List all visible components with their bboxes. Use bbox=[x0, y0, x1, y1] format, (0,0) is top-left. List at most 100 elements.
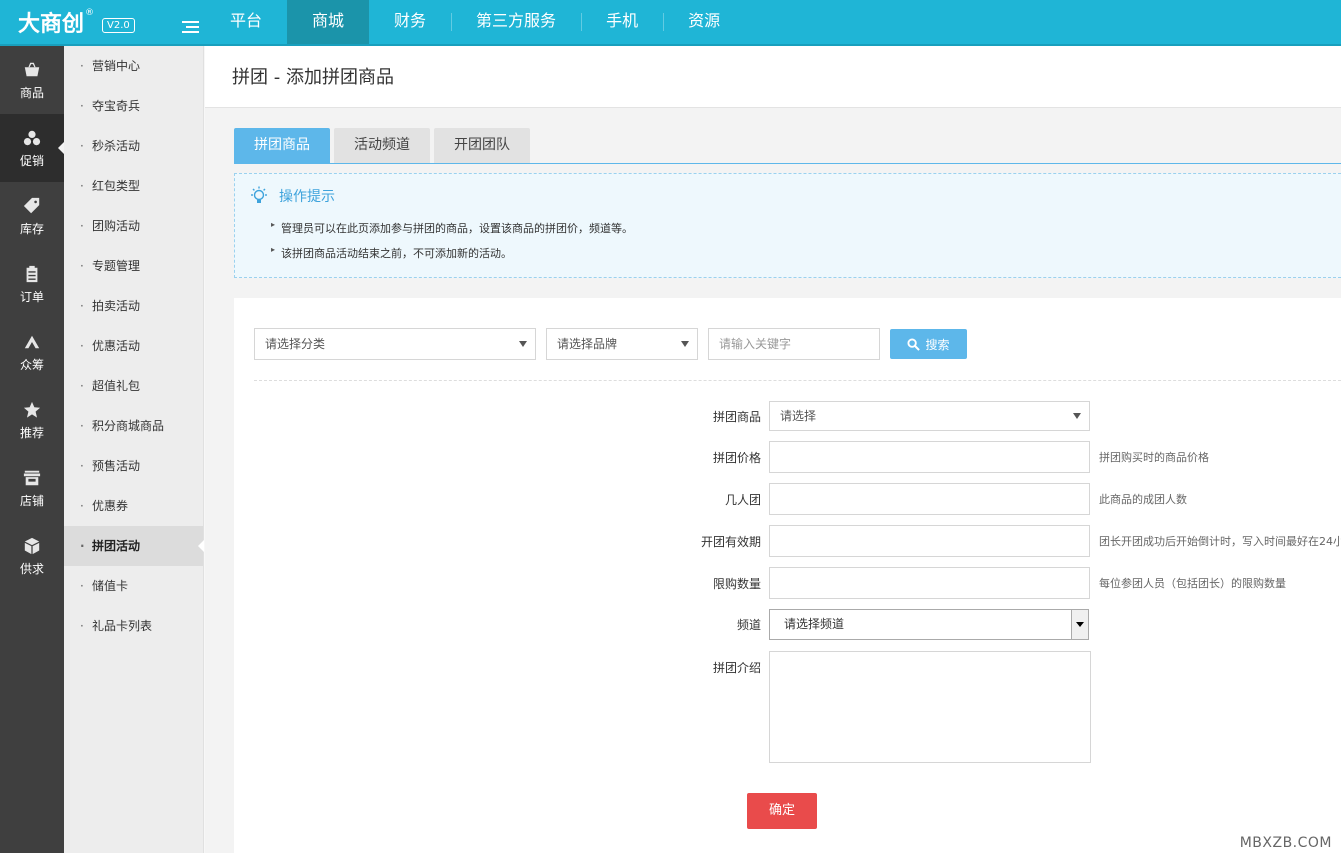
sidebar-label-inventory: 库存 bbox=[19, 221, 44, 236]
sidebar-item-inventory[interactable]: 库存 bbox=[0, 182, 64, 250]
operation-tips: 操作提示 管理员可以在此页添加参与拼团的商品，设置该商品的拼团价，频道等。 该拼… bbox=[234, 173, 1341, 278]
submenu-item-team-buy[interactable]: 拼团活动 bbox=[64, 526, 204, 566]
top-nav-resources[interactable]: 资源 bbox=[663, 0, 745, 44]
sidebar-label-orders: 订单 bbox=[19, 289, 44, 304]
sidebar-label-store: 店铺 bbox=[19, 493, 44, 508]
lightbulb-icon bbox=[251, 186, 267, 203]
tip-item: 管理员可以在此页添加参与拼团的商品，设置该商品的拼团价，频道等。 bbox=[271, 220, 633, 236]
logo[interactable]: 大商创 ® V2.0 bbox=[18, 6, 135, 38]
submenu-item-stored-value-card[interactable]: 储值卡 bbox=[64, 566, 203, 606]
limit-hint: 每位参团人员（包括团长）的限购数量 bbox=[1099, 577, 1286, 590]
tab-underline bbox=[234, 163, 1341, 164]
tab-team-groups[interactable]: 开团团队 bbox=[434, 128, 530, 163]
top-nav-finance[interactable]: 财务 bbox=[369, 0, 451, 44]
chevron-down-icon bbox=[1073, 413, 1081, 419]
group-size-hint: 此商品的成团人数 bbox=[1099, 493, 1187, 506]
submenu-item-presale[interactable]: 预售活动 bbox=[64, 446, 203, 486]
sidebar-label-recommend: 推荐 bbox=[19, 425, 44, 440]
tips-title: 操作提示 bbox=[249, 186, 335, 206]
top-nav-third-party[interactable]: 第三方服务 bbox=[451, 0, 581, 44]
tab-activity-channel[interactable]: 活动频道 bbox=[334, 128, 430, 163]
form-panel: 请选择分类 请选择品牌 请输入关键字 搜索 拼团商品 请选择 拼团价格 拼团购买… bbox=[234, 298, 1341, 853]
sidebar: 商品 促销 库存 订单 众筹 推荐 店铺 供求 bbox=[0, 46, 64, 853]
version-badge: V2.0 bbox=[102, 18, 135, 33]
top-nav-mall[interactable]: 商城 bbox=[287, 0, 370, 44]
divider bbox=[254, 380, 1341, 381]
submenu-item-marketing-center[interactable]: 营销中心 bbox=[64, 46, 203, 86]
sidebar-item-promotion[interactable]: 促销 bbox=[0, 114, 64, 182]
product-select[interactable]: 请选择 bbox=[769, 401, 1090, 431]
form-row-group-size: 几人团 此商品的成团人数 bbox=[234, 483, 1187, 515]
price-label: 拼团价格 bbox=[712, 450, 761, 465]
tips-title-text: 操作提示 bbox=[279, 189, 335, 205]
tag-icon bbox=[22, 196, 42, 216]
logo-text: 大商创 bbox=[18, 12, 85, 37]
keyword-input[interactable]: 请输入关键字 bbox=[708, 328, 880, 360]
box-icon bbox=[22, 536, 42, 556]
submenu-item-gift-pack[interactable]: 超值礼包 bbox=[64, 366, 203, 406]
brand-select[interactable]: 请选择品牌 bbox=[546, 328, 698, 360]
search-button[interactable]: 搜索 bbox=[890, 329, 967, 359]
form-row-intro: 拼团介绍 bbox=[234, 651, 1091, 763]
star-icon bbox=[22, 400, 42, 420]
watermark: MBXZB.COM bbox=[1239, 835, 1332, 851]
sidebar-item-supply[interactable]: 供求 bbox=[0, 522, 64, 590]
channel-select[interactable]: 请选择频道 bbox=[769, 609, 1089, 640]
tip-item: 该拼团商品活动结束之前，不可添加新的活动。 bbox=[271, 245, 512, 261]
form-row-channel: 频道 请选择频道 bbox=[234, 609, 1089, 640]
submenu-item-flash-sale[interactable]: 秒杀活动 bbox=[64, 126, 203, 166]
category-select[interactable]: 请选择分类 bbox=[254, 328, 536, 360]
dropdown-arrow-icon[interactable] bbox=[1071, 610, 1088, 639]
crowdfund-icon bbox=[22, 332, 42, 352]
submenu: 营销中心 夺宝奇兵 秒杀活动 红包类型 团购活动 专题管理 拍卖活动 优惠活动 … bbox=[64, 46, 204, 853]
sidebar-label-goods: 商品 bbox=[19, 85, 44, 100]
filter-row: 请选择分类 请选择品牌 请输入关键字 搜索 bbox=[254, 328, 967, 360]
sidebar-label-promotion: 促销 bbox=[19, 153, 44, 168]
sidebar-item-store[interactable]: 店铺 bbox=[0, 454, 64, 522]
submenu-item-gift-card-list[interactable]: 礼品卡列表 bbox=[64, 606, 203, 646]
limit-label: 限购数量 bbox=[712, 576, 761, 591]
sidebar-label-supply: 供求 bbox=[19, 561, 44, 576]
top-nav-platform[interactable]: 平台 bbox=[205, 0, 287, 44]
basket-icon bbox=[22, 60, 42, 80]
top-nav: 平台 商城 财务 第三方服务 手机 资源 bbox=[205, 0, 745, 44]
submenu-item-treasure[interactable]: 夺宝奇兵 bbox=[64, 86, 203, 126]
store-icon bbox=[22, 468, 42, 488]
top-nav-mobile[interactable]: 手机 bbox=[581, 0, 663, 44]
intro-textarea[interactable] bbox=[769, 651, 1091, 763]
group-size-label: 几人团 bbox=[724, 492, 761, 507]
form-row-product: 拼团商品 请选择 bbox=[234, 401, 1090, 431]
search-button-label: 搜索 bbox=[925, 337, 950, 352]
limit-input[interactable] bbox=[769, 567, 1090, 599]
product-select-value: 请选择 bbox=[780, 409, 817, 423]
submenu-item-red-packet[interactable]: 红包类型 bbox=[64, 166, 203, 206]
submenu-item-points-mall[interactable]: 积分商城商品 bbox=[64, 406, 203, 446]
top-bar: 大商创 ® V2.0 平台 商城 财务 第三方服务 手机 资源 bbox=[0, 0, 1341, 46]
submit-button[interactable]: 确定 bbox=[747, 793, 817, 829]
menu-toggle-icon[interactable] bbox=[182, 21, 199, 35]
validity-input[interactable] bbox=[769, 525, 1090, 557]
sidebar-item-crowdfunding[interactable]: 众筹 bbox=[0, 318, 64, 386]
category-select-value: 请选择分类 bbox=[265, 337, 326, 351]
form-row-validity: 开团有效期 团长开团成功后开始倒计时，写入时间最好在24小时 bbox=[234, 525, 1341, 557]
sidebar-item-recommend[interactable]: 推荐 bbox=[0, 386, 64, 454]
submenu-item-discount[interactable]: 优惠活动 bbox=[64, 326, 203, 366]
form-row-price: 拼团价格 拼团购买时的商品价格 bbox=[234, 441, 1209, 473]
brand-select-value: 请选择品牌 bbox=[557, 337, 618, 351]
sidebar-item-goods[interactable]: 商品 bbox=[0, 46, 64, 114]
channel-label: 频道 bbox=[736, 618, 761, 632]
chevron-down-icon bbox=[519, 341, 527, 347]
form-row-limit: 限购数量 每位参团人员（包括团长）的限购数量 bbox=[234, 567, 1286, 599]
search-icon bbox=[907, 337, 921, 351]
submenu-item-coupon[interactable]: 优惠券 bbox=[64, 486, 203, 526]
tab-team-products[interactable]: 拼团商品 bbox=[234, 128, 330, 163]
submenu-item-topics[interactable]: 专题管理 bbox=[64, 246, 203, 286]
price-input[interactable] bbox=[769, 441, 1090, 473]
sidebar-label-crowdfunding: 众筹 bbox=[19, 357, 44, 372]
sidebar-item-orders[interactable]: 订单 bbox=[0, 250, 64, 318]
submenu-item-auction[interactable]: 拍卖活动 bbox=[64, 286, 203, 326]
product-label: 拼团商品 bbox=[712, 409, 761, 424]
group-size-input[interactable] bbox=[769, 483, 1090, 515]
page-title: 拼团 - 添加拼团商品 bbox=[205, 46, 1341, 108]
submenu-item-group-buy[interactable]: 团购活动 bbox=[64, 206, 203, 246]
